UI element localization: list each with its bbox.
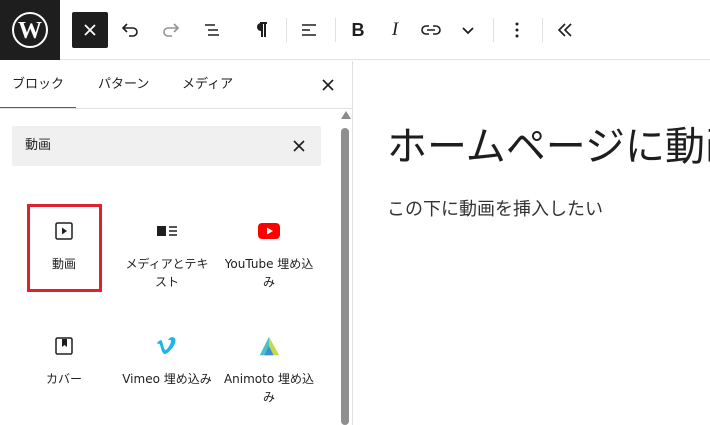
vimeo-icon bbox=[155, 334, 179, 358]
block-item-youtube[interactable]: YouTube 埋め込み bbox=[219, 201, 319, 301]
list-view-button[interactable] bbox=[194, 12, 230, 48]
search-result-highlight bbox=[27, 204, 102, 292]
tab-media[interactable]: メディア bbox=[170, 61, 245, 109]
scrollbar-thumb[interactable] bbox=[341, 128, 349, 425]
toolbar-divider bbox=[286, 18, 287, 42]
block-item-vimeo[interactable]: Vimeo 埋め込み bbox=[117, 316, 217, 416]
block-inserter-panel: ブロック パターン メディア 動画 動画 メディアとテキスト YouTube 埋… bbox=[0, 61, 353, 425]
pilcrow-icon bbox=[257, 22, 267, 37]
block-item-cover[interactable]: カバー bbox=[14, 316, 114, 416]
block-label: メディアとテキスト bbox=[125, 257, 209, 289]
inserter-tabs: ブロック パターン メディア bbox=[0, 61, 353, 109]
tab-patterns[interactable]: パターン bbox=[86, 61, 161, 109]
chevron-down-icon bbox=[462, 27, 474, 35]
chevron-double-left-icon bbox=[557, 23, 572, 37]
options-button[interactable] bbox=[499, 12, 535, 48]
more-vertical-icon bbox=[515, 22, 519, 38]
search-value: 動画 bbox=[25, 138, 52, 153]
toolbar-divider bbox=[542, 18, 543, 42]
svg-text:W: W bbox=[18, 18, 42, 44]
paragraph-block[interactable]: この下に動画を挿入したい bbox=[387, 197, 603, 223]
wordpress-logo-icon[interactable]: W bbox=[0, 0, 60, 60]
cover-icon bbox=[52, 334, 76, 358]
more-formatting-button[interactable] bbox=[450, 12, 486, 48]
toolbar-divider bbox=[493, 18, 494, 42]
post-title[interactable]: ホームページに動画 bbox=[387, 119, 710, 175]
toolbar-divider bbox=[335, 18, 336, 42]
undo-icon bbox=[121, 23, 138, 37]
editor-toolbar: W B I bbox=[0, 0, 710, 60]
list-view-icon bbox=[205, 24, 219, 36]
link-icon bbox=[421, 25, 441, 35]
paragraph-block-button[interactable] bbox=[243, 12, 279, 48]
block-label: カバー bbox=[45, 372, 82, 386]
block-item-media-text[interactable]: メディアとテキスト bbox=[117, 201, 217, 301]
tabs-divider bbox=[0, 108, 353, 109]
scroll-up-arrow[interactable] bbox=[341, 111, 351, 119]
close-icon bbox=[293, 140, 305, 152]
align-button[interactable] bbox=[291, 12, 327, 48]
tab-blocks[interactable]: ブロック bbox=[0, 61, 77, 109]
clear-search-button[interactable] bbox=[285, 132, 313, 160]
italic-button[interactable]: I bbox=[377, 12, 413, 48]
block-label: Animoto 埋め込み bbox=[223, 372, 315, 404]
align-left-icon bbox=[302, 24, 316, 36]
redo-button[interactable] bbox=[153, 12, 189, 48]
close-inserter-button[interactable] bbox=[72, 12, 108, 48]
link-button[interactable] bbox=[413, 12, 449, 48]
close-icon bbox=[322, 79, 334, 91]
animoto-icon bbox=[257, 334, 281, 358]
collapse-toolbar-button[interactable] bbox=[547, 12, 583, 48]
youtube-icon bbox=[257, 219, 281, 243]
editor-canvas: ホームページに動画 この下に動画を挿入したい bbox=[354, 61, 710, 425]
block-label: Vimeo 埋め込み bbox=[122, 372, 212, 386]
undo-button[interactable] bbox=[112, 12, 148, 48]
block-item-animoto[interactable]: Animoto 埋め込み bbox=[219, 316, 319, 416]
block-search-input[interactable]: 動画 bbox=[12, 126, 321, 166]
close-icon bbox=[84, 24, 96, 36]
bold-button[interactable]: B bbox=[340, 12, 376, 48]
media-text-icon bbox=[155, 219, 179, 243]
block-label: YouTube 埋め込み bbox=[224, 257, 314, 289]
close-inserter-panel-button[interactable] bbox=[314, 69, 342, 101]
redo-icon bbox=[163, 23, 180, 37]
